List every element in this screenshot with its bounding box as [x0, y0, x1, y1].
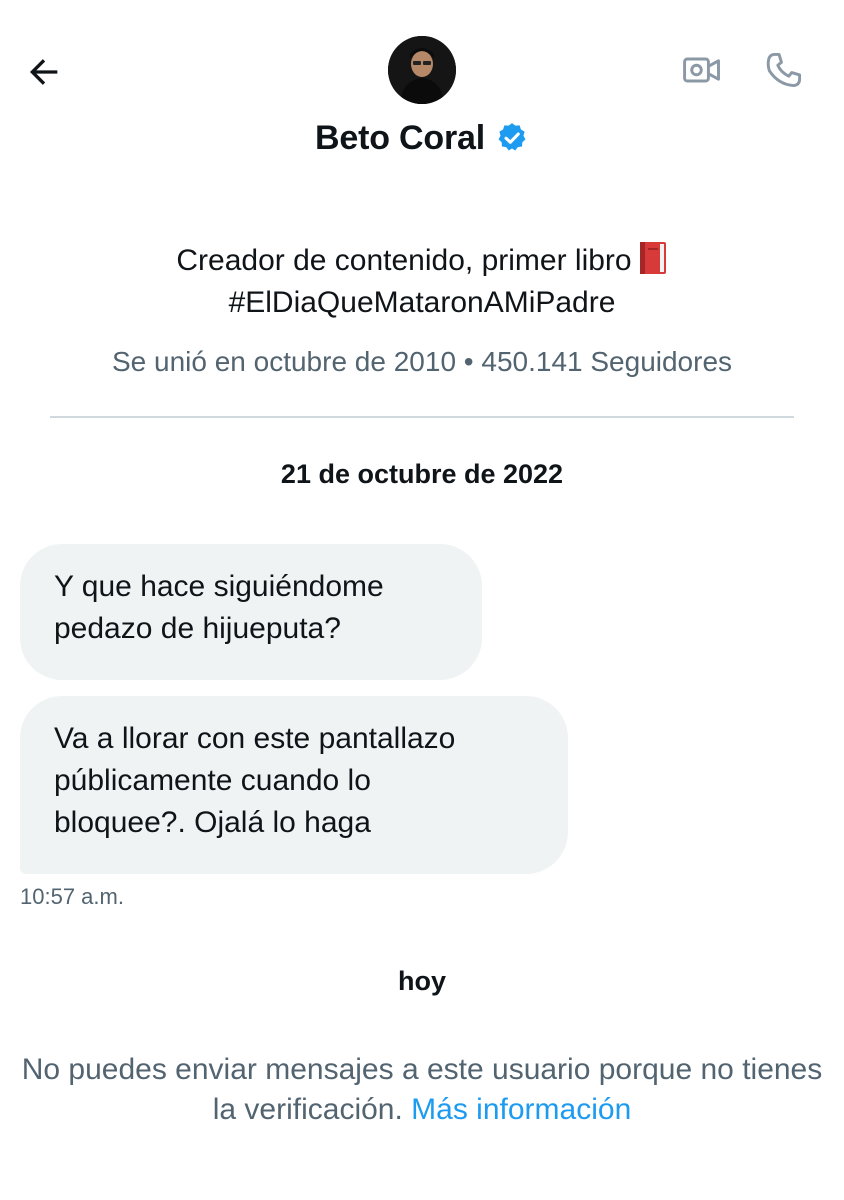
avatar-image [388, 36, 456, 104]
bio-hashtag: #ElDiaQueMataronAMiPadre [228, 286, 616, 319]
message-text: Va a llorar con este pantallazo [54, 722, 456, 755]
profile-bio: Creador de contenido, primer libro #ElDi… [40, 240, 804, 324]
message-timestamp: 10:57 a.m. [20, 884, 124, 909]
video-call-button[interactable] [676, 44, 728, 96]
profile-name-row: Beto Coral [0, 114, 844, 162]
message-bubble[interactable]: Y que hace siguiéndome pedazo de hijuepu… [20, 544, 482, 680]
cannot-message-notice: No puedes enviar mensajes a este usuario… [20, 1050, 824, 1130]
message-bubble[interactable]: Va a llorar con este pantallazo públicam… [20, 696, 568, 874]
message-text: Y que hace siguiéndome [54, 570, 384, 603]
message-text: públicamente cuando lo [54, 764, 371, 797]
profile-meta: Se unió en octubre de 2010 • 450.141 Seg… [111, 346, 733, 377]
message-text: pedazo de hijueputa? [54, 612, 341, 645]
profile-name[interactable]: Beto Coral [315, 119, 485, 158]
avatar[interactable] [388, 36, 456, 104]
video-camera-icon [683, 57, 720, 83]
today-separator: hoy [397, 966, 446, 996]
message-text: bloquee?. Ojalá lo haga [54, 806, 371, 839]
arrow-left-icon [30, 59, 58, 85]
verified-badge-icon [495, 121, 529, 155]
back-button[interactable] [20, 48, 68, 96]
divider [50, 416, 794, 418]
more-info-link[interactable]: Más información [411, 1093, 631, 1126]
voice-call-button[interactable] [758, 44, 810, 96]
red-book-icon [638, 240, 668, 276]
conversation-header: Beto Coral [0, 0, 844, 200]
phone-icon [766, 52, 802, 88]
bio-text: Creador de contenido, primer libro [176, 244, 632, 277]
date-separator: 21 de octubre de 2022 [280, 459, 564, 489]
